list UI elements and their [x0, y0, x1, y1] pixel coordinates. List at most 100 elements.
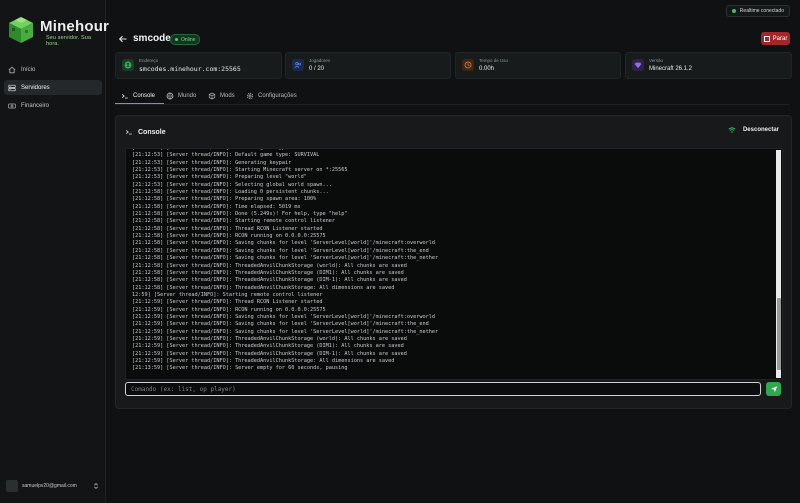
tab-label: Mundo	[178, 92, 197, 99]
gear-icon	[246, 92, 254, 99]
log-line: [21:13:59] [Server thread/INFO]: Server …	[132, 365, 348, 372]
tabs: Console Mundo Mods Configurações	[115, 88, 790, 105]
stop-button[interactable]: Parar	[761, 32, 790, 45]
sidebar-nav: Início Servidores Financeiro	[4, 62, 102, 116]
log-line: [21:12:58] [Server thread/INFO]: Threade…	[132, 269, 404, 276]
online-dot-icon	[175, 38, 178, 41]
card-value: smcodes.minehour.com:25565	[139, 65, 241, 73]
log-line: [21:12:58] [Server thread/INFO]: Done (5…	[132, 211, 348, 218]
chevron-up-down-icon	[94, 483, 98, 489]
log-line: 12:59] [Server thread/INFO]: Starting re…	[132, 291, 323, 298]
log-line: [21:12:58] [Server thread/INFO]: Threade…	[132, 277, 407, 284]
sidebar-item-inicio[interactable]: Início	[4, 62, 102, 77]
log-line: [21:12:58] [Server thread/INFO]: Threade…	[132, 284, 395, 291]
log-line: [21:12:59] [Server thread/INFO]: Thread …	[132, 299, 323, 306]
log-line: [21:12:58] [Server thread/INFO]: Saving …	[132, 240, 435, 247]
log-line: [21:12:59] [Server thread/INFO]: Saving …	[132, 328, 439, 335]
tab-mods[interactable]: Mods	[208, 88, 235, 103]
log-line: [21:12:58] [Server thread/INFO]: Saving …	[132, 247, 429, 254]
arrow-left-icon[interactable]	[118, 34, 128, 44]
card-usage-time: Tempo de Uso 0.00h	[455, 52, 621, 79]
user-email: samuelpv20@gmail.com	[22, 483, 77, 489]
card-value: 0 / 20	[309, 66, 325, 72]
disconnect-label: Desconectar	[742, 127, 779, 133]
send-icon	[770, 386, 777, 393]
card-players: Jogadores 0 / 20	[285, 52, 451, 79]
scrollbar[interactable]	[776, 150, 781, 378]
realtime-status-badge: Realtime conectado	[725, 5, 790, 17]
card-value: 0.00h	[479, 66, 495, 72]
stop-button-label: Parar	[772, 35, 788, 42]
command-input[interactable]	[125, 382, 761, 396]
console-title: Console	[138, 128, 166, 136]
sidebar-item-label: Financeiro	[21, 102, 50, 109]
card-label: Jogadores	[309, 58, 331, 63]
terminal-icon	[121, 93, 128, 98]
terminal-icon	[125, 130, 132, 135]
tab-label: Console	[133, 92, 156, 99]
card-version: Versão Minecraft 26.1.2	[625, 52, 792, 79]
disconnect-button[interactable]: Desconectar	[728, 126, 779, 134]
card-label: Tempo de Uso	[479, 58, 509, 63]
server-icon	[8, 84, 16, 91]
globe-icon	[122, 59, 134, 71]
console-panel: Console Desconectar [21:12:53] [Server t…	[115, 115, 792, 409]
console-log: [21:12:53] [Server thread/INFO]: Default…	[132, 149, 772, 373]
tab-console[interactable]: Console	[115, 88, 164, 104]
log-line: [21:12:53] [Server thread/INFO]: Selecti…	[132, 181, 332, 188]
status-badge: Online	[170, 34, 201, 45]
console-header: Console	[125, 127, 166, 137]
brand-tagline: Seu servidor. Sua hora.	[46, 35, 92, 47]
log-line: [21:12:59] [Server thread/INFO]: Saving …	[132, 321, 429, 328]
log-line: [21:12:59] [Server thread/INFO]: Threade…	[132, 350, 407, 357]
gem-icon	[632, 59, 644, 71]
log-line: [21:12:53] [Server thread/INFO]: Generat…	[132, 159, 292, 166]
sidebar: Minehour Seu servidor. Sua hora. Início …	[0, 0, 109, 503]
users-icon	[292, 59, 304, 71]
clock-icon	[462, 59, 474, 71]
world-icon	[166, 92, 174, 99]
sidebar-item-label: Servidores	[21, 84, 50, 91]
user-menu[interactable]: samuelpv20@gmail.com	[6, 479, 100, 493]
log-line: [21:12:58] [Server thread/INFO]: Time el…	[132, 203, 301, 210]
log-line: [21:12:53] [Server thread/INFO]: Prepari…	[132, 174, 307, 181]
brand-name: Minehour	[40, 18, 110, 35]
log-line: [21:12:58] [Server thread/INFO]: Loading…	[132, 189, 329, 196]
info-cards: Endereço smcodes.minehour.com:25565 Joga…	[115, 52, 792, 79]
sidebar-item-financeiro[interactable]: Financeiro	[4, 98, 102, 113]
log-line: [21:12:59] [Server thread/INFO]: Threade…	[132, 343, 404, 350]
tab-label: Mods	[220, 92, 235, 99]
log-line: [21:12:59] [Server thread/INFO]: RCON ru…	[132, 306, 326, 313]
card-label: Versão	[649, 58, 664, 63]
console-output[interactable]: [21:12:53] [Server thread/INFO]: Default…	[125, 148, 783, 380]
log-line: [21:12:58] [Server thread/INFO]: RCON ru…	[132, 233, 326, 240]
tab-mundo[interactable]: Mundo	[166, 88, 196, 103]
status-badge-text: Online	[181, 36, 196, 43]
cube-logo-icon	[9, 17, 33, 43]
realtime-status-text: Realtime conectado	[739, 8, 784, 14]
send-command-button[interactable]	[766, 382, 781, 396]
stop-square-icon	[763, 35, 770, 42]
tab-configuracoes[interactable]: Configurações	[246, 88, 297, 103]
log-line: [21:12:58] [Server thread/INFO]: Threade…	[132, 262, 407, 269]
log-line: [21:12:58] [Server thread/INFO]: Prepari…	[132, 196, 317, 203]
log-line: [21:12:59] [Server thread/INFO]: Threade…	[132, 357, 395, 364]
log-line: [21:12:53] [Server thread/INFO]: Startin…	[132, 167, 348, 174]
brand-logo[interactable]: Minehour Seu servidor. Sua hora.	[6, 16, 109, 47]
log-line: [21:12:58] [Server thread/INFO]: Thread …	[132, 225, 323, 232]
box-icon	[208, 92, 216, 99]
log-line: [21:12:58] [Server thread/INFO]: Startin…	[132, 218, 336, 225]
sidebar-item-servidores[interactable]: Servidores	[4, 80, 102, 95]
log-line: [21:12:59] [Server thread/INFO]: Saving …	[132, 313, 435, 320]
log-line: [21:12:53] [Server thread/INFO]: Default…	[132, 152, 320, 159]
card-value: Minecraft 26.1.2	[649, 66, 693, 72]
card-address: Endereço smcodes.minehour.com:25565	[115, 52, 282, 79]
money-icon	[8, 103, 16, 108]
home-icon	[8, 66, 16, 73]
sidebar-item-label: Início	[21, 66, 36, 73]
wifi-icon	[728, 127, 736, 133]
scrollbar-thumb[interactable]	[776, 298, 781, 370]
tab-label: Configurações	[258, 92, 297, 99]
log-line: [21:12:59] [Server thread/INFO]: Threade…	[132, 335, 407, 342]
log-line: [21:12:58] [Server thread/INFO]: Saving …	[132, 255, 439, 262]
